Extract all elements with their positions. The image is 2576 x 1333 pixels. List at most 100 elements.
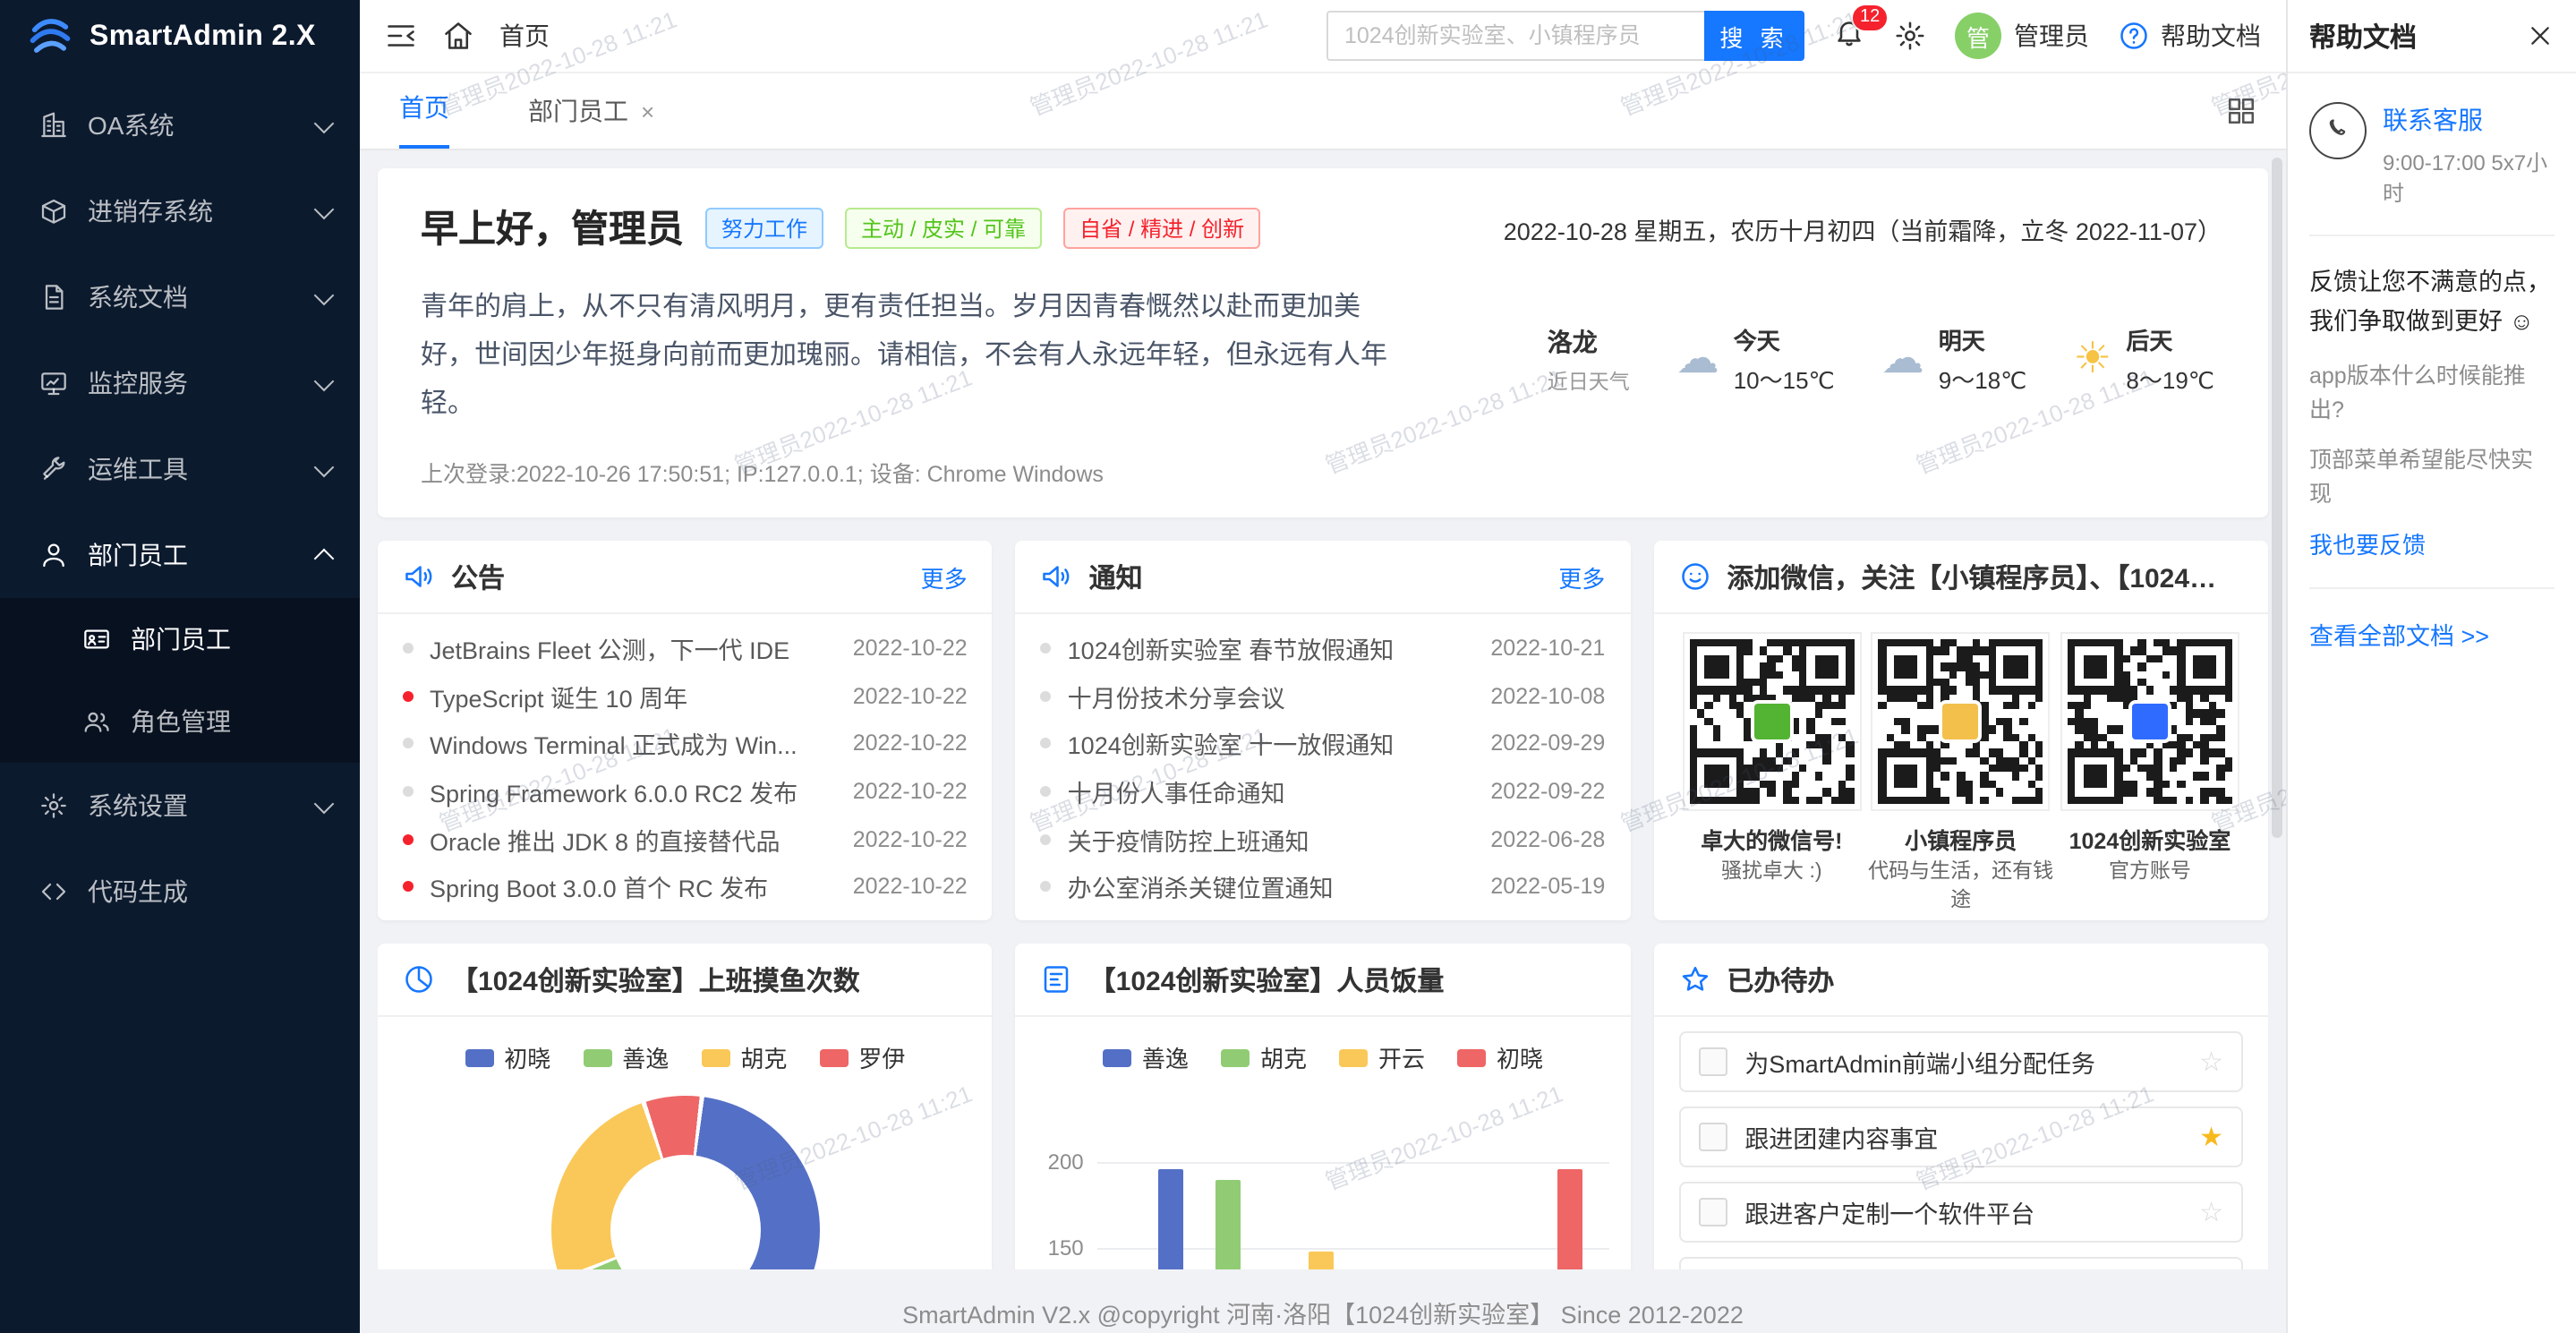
tab-department-staff[interactable]: 部门员工 × <box>528 73 654 149</box>
home-icon[interactable] <box>442 20 474 52</box>
sidebar-submenu-department: 部门员工 角色管理 <box>0 598 360 763</box>
todo-row[interactable]: 跟进客户定制一个软件平台 ☆ <box>1678 1182 2243 1243</box>
notice-row[interactable]: 办公室消杀关键位置通知2022-05-19 <box>1041 863 1606 910</box>
notice-row[interactable]: 十月份人事任命通知2022-09-22 <box>1041 768 1606 816</box>
wechat-title: 添加微信，关注【小镇程序员】、【1024创新实验室】 <box>1727 558 2243 595</box>
close-icon[interactable] <box>2526 21 2555 50</box>
chevron-up-icon <box>314 549 335 569</box>
badge-hard-work: 努力工作 <box>705 207 823 248</box>
tab-bar: 首页 部门员工 × <box>360 73 2286 150</box>
notifications-bell[interactable]: 12 <box>1833 15 1865 56</box>
phone-icon <box>2309 102 2367 159</box>
sidebar-item-monitor-service[interactable]: 监控服务 <box>0 340 360 426</box>
all-docs-link[interactable]: 查看全部文档 >> <box>2309 616 2555 652</box>
settings-gear-icon[interactable] <box>1894 20 1926 52</box>
wechat-card: 添加微信，关注【小镇程序员】、【1024创新实验室】 卓大的微信号! 骚扰卓大 … <box>1653 541 2268 920</box>
meal-chart-card: 【1024创新实验室】人员饭量 善逸 胡克 开云 初晓 200150 <box>1016 944 1631 1269</box>
smiley-icon <box>1678 560 1710 593</box>
notification-badge: 12 <box>1851 3 1889 31</box>
todo-title: 已办待办 <box>1727 961 1834 998</box>
announcement-row[interactable]: Windows Terminal 正式成为 Win...2022-10-22 <box>403 720 968 767</box>
chevron-down-icon <box>314 371 335 391</box>
feedback-link[interactable]: 我也要反馈 <box>2309 526 2555 560</box>
tab-close-icon[interactable]: × <box>641 98 654 124</box>
chevron-down-icon <box>314 457 335 477</box>
footer-copyright: SmartAdmin V2.x @copyright 河南·洛阳【1024创新实… <box>378 1295 2268 1330</box>
welcome-card: 早上好，管理员 努力工作 主动 / 皮实 / 可靠 自省 / 精进 / 创新 2… <box>378 168 2268 517</box>
search-input[interactable] <box>1326 11 1704 61</box>
weather-widget: 洛龙 近日天气 ☁ 今天 10～15℃ ☁ 明天 9～18℃ <box>1548 322 2214 396</box>
sidebar: SmartAdmin 2.X OA系统 进销存系统 系统文档 监控服务 <box>0 0 360 1333</box>
breadcrumb[interactable]: 首页 <box>499 18 550 54</box>
tab-home[interactable]: 首页 <box>399 70 449 149</box>
sidebar-item-code-generator[interactable]: 代码生成 <box>0 849 360 935</box>
announcement-row[interactable]: Oracle 推出 JDK 8 的直接替代品2022-10-22 <box>403 816 968 863</box>
qrcode-1024lab: 1024创新实验室 官方账号 <box>2057 632 2243 915</box>
chevron-down-icon <box>314 793 335 814</box>
star-outline-icon[interactable]: ☆ <box>2199 1046 2223 1078</box>
id-card-icon <box>82 625 111 654</box>
qrcode-town-programmer: 小镇程序员 代码与生活，还有钱途 <box>1868 632 2054 915</box>
search-button[interactable]: 搜 索 <box>1704 11 1804 61</box>
app-logo[interactable]: SmartAdmin 2.X <box>0 0 360 75</box>
star-outline-icon[interactable]: ☆ <box>2199 1196 2223 1228</box>
notice-row[interactable]: 1024创新实验室 春节放假通知2022-10-21 <box>1041 625 1606 672</box>
announcements-more-link[interactable]: 更多 <box>921 560 968 594</box>
sidebar-subitem-department-staff[interactable]: 部门员工 <box>0 598 360 680</box>
horn-icon <box>403 560 435 593</box>
tab-layout-grid-icon[interactable] <box>2225 95 2257 127</box>
announcement-row[interactable]: Spring Framework 6.0.0 RC2 发布2022-10-22 <box>403 768 968 816</box>
badge-proactive: 主动 / 皮实 / 可靠 <box>845 207 1042 248</box>
chevron-down-icon <box>314 113 335 133</box>
sidebar-item-erp-system[interactable]: 进销存系统 <box>0 168 360 254</box>
sidebar-item-system-docs[interactable]: 系统文档 <box>0 254 360 340</box>
announcement-row[interactable]: JetBrains Fleet 公测，下一代 IDE2022-10-22 <box>403 625 968 672</box>
app-title: SmartAdmin 2.X <box>90 21 316 54</box>
main-column: 首页 搜 索 12 管 管理员 帮助文档 <box>360 0 2286 1333</box>
todo-checkbox[interactable] <box>1698 1123 1727 1151</box>
notices-more-link[interactable]: 更多 <box>1558 560 1605 594</box>
feedback-heading: 反馈让您不满意的点，我们争取做到更好 ☺ <box>2309 263 2555 340</box>
contact-support-link[interactable]: 联系客服 <box>2383 102 2555 138</box>
sidebar-item-system-settings[interactable]: 系统设置 <box>0 763 360 849</box>
announcement-row[interactable]: TypeScript 诞生 10 周年2022-10-22 <box>403 672 968 720</box>
weather-subtitle: 近日天气 <box>1548 366 1630 395</box>
help-docs-entry[interactable]: 帮助文档 <box>2118 18 2261 54</box>
announcements-card: 公告 更多 JetBrains Fleet 公测，下一代 IDE2022-10-… <box>378 541 993 920</box>
announcement-row[interactable]: Spring Boot 3.0.0 首个 RC 发布2022-10-22 <box>403 863 968 910</box>
code-icon <box>39 877 68 906</box>
slacking-chart-title: 【1024创新实验室】上班摸鱼次数 <box>451 961 860 998</box>
sidebar-item-oa-system[interactable]: OA系统 <box>0 82 360 168</box>
box-icon <box>39 197 68 226</box>
star-filled-icon[interactable]: ★ <box>2199 1121 2223 1153</box>
scrollbar-thumb[interactable] <box>2272 158 2282 838</box>
todo-checkbox[interactable] <box>1698 1198 1727 1226</box>
sidebar-item-department-staff[interactable]: 部门员工 <box>0 512 360 598</box>
document-icon <box>39 283 68 312</box>
notice-row[interactable]: 十月份技术分享会议2022-10-08 <box>1041 672 1606 720</box>
sidebar-item-ops-tools[interactable]: 运维工具 <box>0 426 360 512</box>
last-login-info: 上次登录:2022-10-26 17:50:51; IP:127.0.0.1; … <box>421 455 2225 489</box>
todo-row-clipped[interactable] <box>1678 1257 2243 1269</box>
weather-city: 洛龙 <box>1548 323 1630 359</box>
help-panel-title: 帮助文档 <box>2309 17 2417 55</box>
question-circle-icon <box>2118 20 2150 52</box>
notices-card: 通知 更多 1024创新实验室 春节放假通知2022-10-21 十月份技术分享… <box>1016 541 1631 920</box>
notice-row[interactable]: 1024创新实验室 十一放假通知2022-09-29 <box>1041 720 1606 767</box>
todo-row[interactable]: 为SmartAdmin前端小组分配任务 ☆ <box>1678 1031 2243 1092</box>
weather-day-today: ☁ 今天 10～15℃ <box>1676 322 1835 396</box>
collapse-sidebar-icon[interactable] <box>385 20 417 52</box>
meal-bar-plot: 200150 <box>1016 1085 1631 1269</box>
smartadmin-logo-icon <box>27 14 73 61</box>
building-icon <box>39 111 68 140</box>
todo-checkbox[interactable] <box>1698 1047 1727 1076</box>
monitor-icon <box>39 369 68 397</box>
contact-support: 联系客服 9:00-17:00 5x7小时 <box>2309 102 2555 208</box>
notices-title: 通知 <box>1089 558 1143 595</box>
notice-row[interactable]: 关于疫情防控上班通知2022-06-28 <box>1041 816 1606 863</box>
qr-image <box>2060 632 2239 811</box>
sidebar-subitem-role-management[interactable]: 角色管理 <box>0 680 360 763</box>
user-menu[interactable]: 管 管理员 <box>1955 13 2089 59</box>
todo-row[interactable]: 跟进团建内容事宜 ★ <box>1678 1107 2243 1167</box>
qr-image <box>1872 632 2051 811</box>
